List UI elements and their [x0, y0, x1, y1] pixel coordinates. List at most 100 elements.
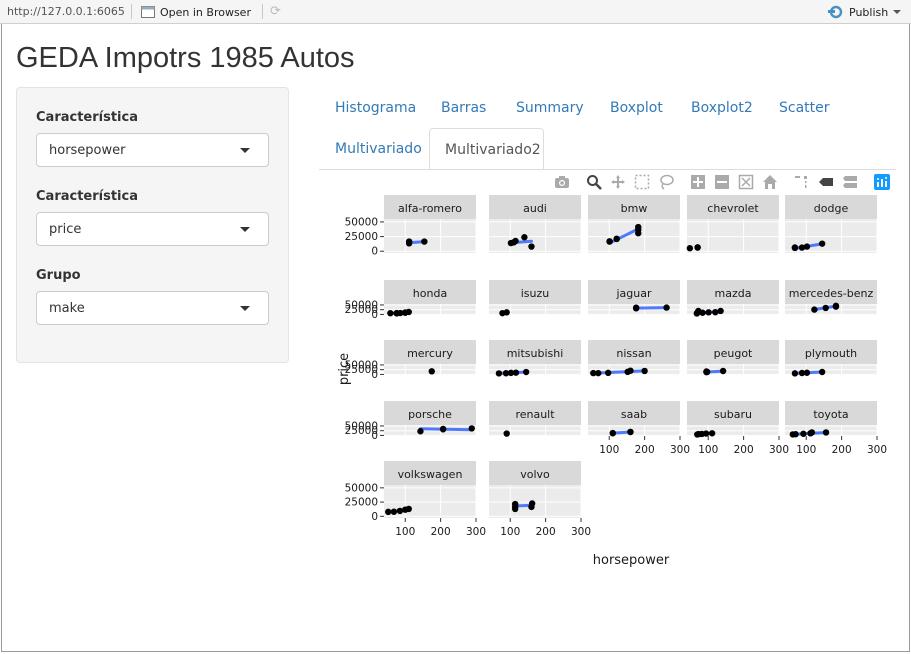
facet-strip-label: mercury — [407, 347, 453, 360]
x-tick-label: 300 — [466, 526, 486, 538]
data-point — [792, 431, 799, 438]
hover-closest-icon[interactable] — [818, 174, 834, 190]
zoom-in-icon[interactable] — [690, 174, 706, 190]
tab-histograma[interactable]: Histograma — [335, 100, 416, 116]
zoom-icon[interactable] — [586, 174, 602, 190]
facet-strip-label: honda — [413, 287, 447, 300]
data-point — [694, 244, 701, 251]
data-point — [613, 235, 620, 243]
data-point — [808, 429, 816, 436]
facet-strip-label: chevrolet — [707, 202, 759, 215]
data-point — [719, 367, 727, 375]
feature-y-select[interactable]: price — [36, 212, 269, 246]
publish-label: Publish — [849, 5, 889, 19]
field-label-feature: Característica — [36, 110, 138, 125]
data-point — [811, 306, 818, 313]
facet-panel — [489, 219, 581, 253]
data-point — [405, 308, 412, 316]
publish-icon — [828, 5, 843, 19]
facet-strip-label: jaguar — [615, 287, 651, 300]
data-point — [468, 425, 475, 432]
spike-lines-icon[interactable] — [794, 174, 810, 190]
viewer-toolbar: http://127.0.0.1:6065 Open in Browser ⟳ … — [0, 0, 911, 24]
y-tick-label: 0 — [371, 511, 378, 523]
data-point — [663, 304, 670, 311]
group-select[interactable]: make — [36, 291, 269, 325]
reset-axes-icon[interactable] — [762, 174, 778, 190]
hover-compare-icon[interactable] — [842, 174, 858, 190]
data-point — [510, 239, 517, 246]
tab-multivariado2[interactable]: Multivariado2 — [429, 128, 544, 170]
x-tick-label: 100 — [599, 444, 619, 456]
open-in-browser-button[interactable]: Open in Browser — [141, 4, 251, 20]
data-point — [609, 429, 616, 437]
facet-panel — [588, 219, 680, 253]
publish-button[interactable]: Publish — [828, 4, 902, 20]
url-text: http://127.0.0.1:6065 — [7, 5, 125, 18]
facet-strip-label: plymouth — [805, 347, 857, 360]
box-select-icon[interactable] — [634, 174, 650, 190]
facet-strip-label: mazda — [715, 287, 752, 300]
data-point — [417, 428, 424, 435]
x-tick-label: 300 — [769, 444, 789, 456]
tab-barras[interactable]: Barras — [441, 100, 486, 116]
data-point — [641, 367, 648, 375]
data-point — [705, 309, 712, 316]
facet-strip-label: bmw — [621, 202, 648, 215]
tab-multivariado[interactable]: Multivariado — [335, 141, 422, 157]
facet-strip-label: subaru — [714, 408, 752, 421]
tab-boxplot[interactable]: Boxplot — [610, 100, 663, 116]
browser-window-icon — [141, 6, 155, 18]
tab-boxplot2[interactable]: Boxplot2 — [691, 100, 753, 116]
facet-strip-label: saab — [621, 408, 647, 421]
data-point — [695, 307, 702, 315]
lasso-icon[interactable] — [658, 174, 674, 190]
refresh-icon[interactable]: ⟳ — [270, 5, 283, 18]
data-point — [521, 234, 528, 241]
facet-strip-label: alfa-romero — [398, 202, 462, 215]
field-label-feature: Característica — [36, 189, 138, 204]
feature-y-value: price — [49, 222, 82, 237]
data-point — [387, 310, 394, 317]
data-point — [822, 304, 829, 312]
y-tick-label: 0 — [371, 369, 378, 381]
y-tick-label: 0 — [371, 309, 378, 321]
facet-panel — [384, 219, 476, 253]
feature-x-select[interactable]: horsepower — [36, 133, 269, 167]
facet-panel — [489, 485, 581, 518]
data-point — [604, 369, 612, 377]
facet-strip-label: porsche — [408, 408, 452, 421]
chevron-down-icon[interactable] — [893, 10, 902, 14]
data-point — [503, 430, 510, 437]
y-tick-label: 50000 — [345, 482, 378, 494]
data-point — [528, 243, 535, 250]
zoom-out-icon[interactable] — [714, 174, 730, 190]
tab-summary[interactable]: Summary — [516, 100, 584, 116]
x-tick-label: 100 — [698, 444, 718, 456]
caret-down-icon — [240, 227, 250, 232]
facet-panel — [687, 219, 779, 253]
x-tick-label: 200 — [431, 526, 451, 538]
facet-strip-label: nissan — [616, 347, 651, 360]
data-point — [405, 238, 413, 245]
y-tick-label: 50000 — [345, 216, 378, 228]
data-point — [822, 429, 830, 436]
tab-scatter[interactable]: Scatter — [779, 100, 830, 116]
pan-icon[interactable] — [610, 174, 626, 190]
data-point — [495, 370, 503, 377]
x-tick-label: 200 — [536, 526, 556, 538]
data-point — [800, 430, 807, 437]
plotly-logo-icon[interactable] — [874, 174, 890, 190]
group-value: make — [49, 301, 85, 316]
data-point — [627, 428, 634, 436]
data-point — [528, 503, 535, 511]
faceted-scatter-chart[interactable]: alfa-romero 50000 25000 0 audi bmw chevrolet do… — [319, 190, 911, 575]
autoscale-icon[interactable] — [738, 174, 754, 190]
facet-strip-label: renault — [515, 408, 555, 421]
data-point — [635, 223, 642, 231]
data-point — [686, 245, 694, 252]
data-point — [712, 308, 719, 316]
data-point — [606, 238, 613, 245]
x-tick-label: 100 — [500, 526, 520, 538]
camera-icon[interactable] — [554, 174, 570, 190]
